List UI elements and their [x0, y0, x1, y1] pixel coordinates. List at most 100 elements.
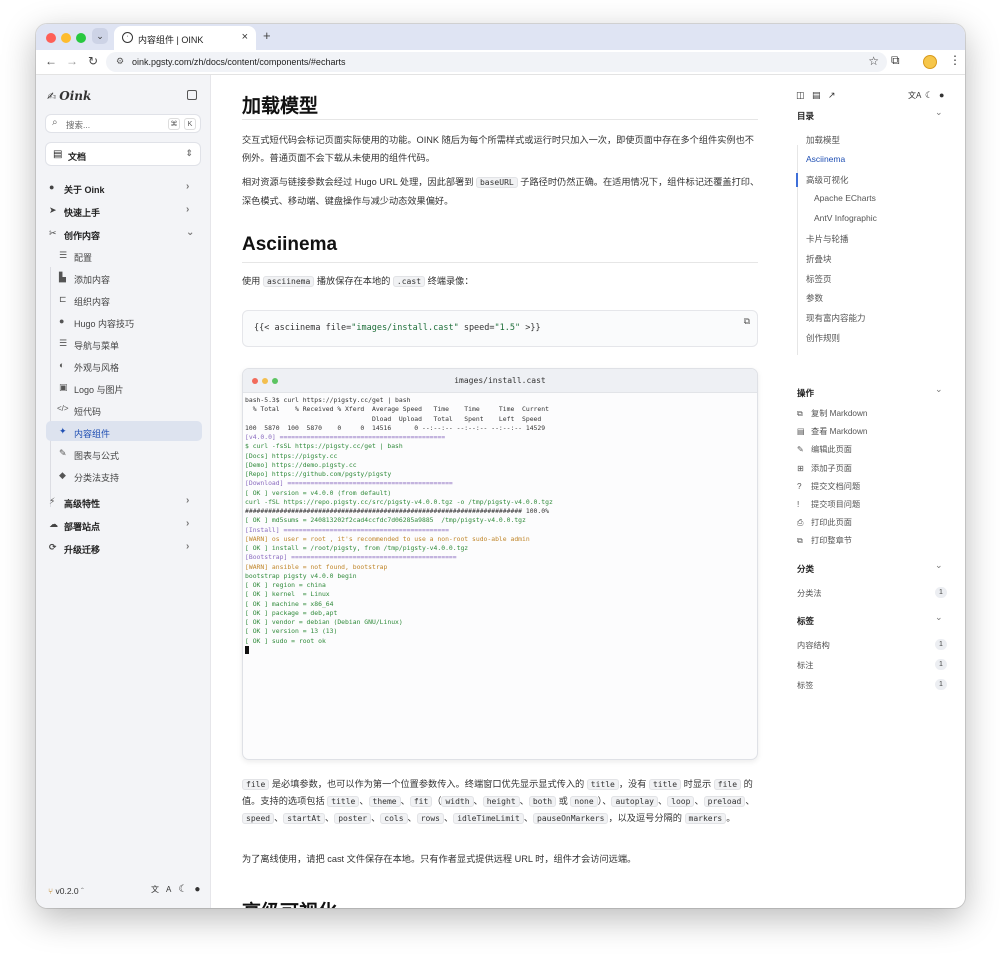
translate-icon[interactable]: 文A: [151, 885, 178, 894]
toc-item[interactable]: 卡片与轮播: [806, 233, 849, 245]
moon-icon[interactable]: ☾: [178, 884, 194, 895]
zoom-window-button[interactable]: [76, 33, 86, 43]
chevron-down-icon[interactable]: ⌄: [935, 612, 943, 623]
toc-item[interactable]: 高级可视化: [806, 174, 849, 186]
asciinema-player[interactable]: images/install.cast bash-5.3$ curl https…: [242, 368, 758, 760]
active-tab[interactable]: · 内容组件 | OINK ×: [114, 26, 256, 50]
inline-code-file: file: [242, 779, 270, 790]
chevron-down-icon[interactable]: ⌄: [935, 384, 943, 395]
sidebar-item-quickstart[interactable]: ➤ 快速上手 ›: [36, 200, 211, 220]
translate-icon[interactable]: 文A: [908, 90, 921, 101]
sidebar-item-upgrade[interactable]: ⟳ 升级迁移 ›: [36, 537, 211, 557]
action-item[interactable]: ⎙ 打印此页面: [797, 516, 852, 528]
terminal-line: [ OK ] install = /root/pigsty, from /tmp…: [245, 544, 469, 552]
sidebar-subitem-shortcodes[interactable]: </> 短代码: [46, 399, 202, 419]
tag-link[interactable]: 标签: [797, 679, 813, 691]
tag-link[interactable]: 内容结构: [797, 639, 830, 651]
site-info-icon[interactable]: ⚙: [116, 56, 124, 67]
site-logo[interactable]: ✍ Oink: [47, 89, 91, 103]
version-label: v0.2.0: [55, 886, 79, 896]
sidebar-subitem-logo-images[interactable]: ▣ Logo 与图片: [46, 377, 202, 397]
sidebar-toggle-icon[interactable]: [187, 90, 197, 100]
toc-item[interactable]: 参数: [806, 292, 823, 304]
action-item[interactable]: ⧉ 打印整章节: [797, 534, 852, 546]
inline-code-file: file: [713, 779, 742, 790]
sidebar-item-about[interactable]: ● 关于 Oink ›: [36, 177, 211, 197]
address-bar[interactable]: ⚙ oink.pgsty.com/zh/docs/content/compone…: [106, 52, 887, 72]
bookmark-star-icon[interactable]: ☆: [868, 54, 879, 68]
inline-code-option: fit: [409, 796, 433, 807]
toc-item[interactable]: 加载模型: [806, 134, 840, 146]
toc-item[interactable]: 现有富内容能力: [806, 312, 866, 324]
code-string: "images/install.cast": [351, 323, 459, 333]
toc-heading: 目录: [797, 111, 815, 121]
menu-icon: ☰: [59, 338, 68, 348]
copy-code-icon[interactable]: ⧉: [744, 317, 750, 327]
sidebar-subitem-config[interactable]: ☰ 配置: [46, 245, 202, 265]
sidebar-subitem-components[interactable]: ✦ 内容组件: [46, 421, 202, 441]
chevron-down-icon[interactable]: ⌄: [935, 560, 943, 571]
code-block-asciinema[interactable]: {{< asciinema file="images/install.cast"…: [242, 310, 758, 347]
sidebar-subitem-appearance[interactable]: ◐ 外观与风格: [46, 355, 202, 375]
paragraph-asciinema-usage: 使用 asciinema 播放保存在本地的 .cast 终端录像：: [242, 272, 762, 291]
sidebar-subitem-nav-menu[interactable]: ☰ 导航与菜单: [46, 333, 202, 353]
close-tab-icon[interactable]: ×: [242, 31, 248, 43]
action-icon: !: [797, 500, 800, 509]
action-item[interactable]: ? 提交文档问题: [797, 480, 860, 492]
sidebar-item-advanced[interactable]: ⚡ 高级特性 ›: [36, 491, 211, 511]
kbd-k: K: [184, 118, 196, 130]
back-button[interactable]: ←: [45, 54, 57, 68]
toc-item[interactable]: 标签页: [806, 273, 832, 285]
chevron-down-icon[interactable]: ⌄: [935, 107, 943, 118]
sidebar-subitem-taxonomy[interactable]: ◆ 分类法支持: [46, 465, 202, 485]
terminal-line: Dload Upload Total Spent Left Speed: [245, 414, 542, 423]
sidebar-subitem-add-content[interactable]: ▙ 添加内容: [46, 267, 202, 287]
chevron-right-icon: ›: [186, 181, 190, 192]
toc-item[interactable]: AntV Infographic: [814, 213, 877, 223]
sidebar-subitem-charts-math[interactable]: ✎ 图表与公式: [46, 443, 202, 463]
toc-item[interactable]: Apache ECharts: [814, 193, 876, 203]
paragraph-offline: 为了离线使用，请把 cast 文件保存在本地。只有作者显式提供远程 URL 时，…: [242, 854, 637, 864]
inline-code-option: poster: [334, 813, 372, 824]
sidebar-item-label: 关于 Oink: [64, 185, 105, 195]
sidebar-item-deploy[interactable]: ☁ 部署站点 ›: [36, 514, 211, 534]
tab-search-button[interactable]: ⌄: [92, 28, 108, 44]
count-badge: 1: [935, 587, 947, 598]
taxonomy-link[interactable]: 分类法: [797, 587, 822, 599]
github-icon[interactable]: ●: [194, 884, 207, 895]
terminal-line: [Repo] https://github.com/pgsty/pigsty: [245, 470, 392, 478]
version-switcher[interactable]: ⑂ v0.2.0 ˆ: [48, 886, 84, 896]
doc-section-select[interactable]: ▤ 文档 ⇕: [45, 142, 201, 166]
close-window-button[interactable]: [46, 33, 56, 43]
toc-item[interactable]: 折叠块: [806, 253, 832, 265]
toc-item[interactable]: Asciinema: [806, 154, 845, 164]
toc-item[interactable]: 创作规则: [806, 332, 840, 344]
github-icon[interactable]: ●: [939, 90, 944, 100]
share-icon[interactable]: ↗: [828, 90, 836, 101]
oink-favicon-icon: ·: [122, 32, 133, 43]
new-tab-button[interactable]: +: [263, 28, 271, 43]
action-item[interactable]: ⊞ 添加子页面: [797, 462, 852, 474]
terminal-line: % Total % Received % Xferd Average Speed…: [245, 405, 549, 414]
action-icon: ⊞: [797, 463, 804, 473]
moon-icon[interactable]: ☾: [925, 90, 933, 101]
more-menu-icon[interactable]: ⋮: [949, 53, 961, 67]
sidebar-subitem-organize[interactable]: ⊏ 组织内容: [46, 289, 202, 309]
inline-code-option: theme: [368, 796, 401, 807]
action-item[interactable]: ! 提交项目问题: [797, 498, 860, 510]
reload-button[interactable]: ↻: [88, 54, 98, 68]
search-input[interactable]: ⌕ 搜索... ⌘ K: [45, 114, 201, 133]
layout-icon[interactable]: ◫: [796, 90, 805, 101]
forward-button[interactable]: →: [66, 54, 78, 68]
action-item[interactable]: ✎ 编辑此页面: [797, 443, 852, 455]
action-item[interactable]: ▤ 查看 Markdown: [797, 425, 867, 437]
tag-link[interactable]: 标注: [797, 659, 813, 671]
extensions-icon[interactable]: ⧉: [891, 53, 900, 68]
sidebar-subitem-hugo-tips[interactable]: ● Hugo 内容技巧: [46, 311, 202, 331]
sidebar-item-content[interactable]: ✂ 创作内容 ⌄: [36, 223, 211, 243]
minimize-window-button[interactable]: [61, 33, 71, 43]
profile-avatar[interactable]: [923, 55, 937, 69]
action-item[interactable]: ⧉ 复制 Markdown: [797, 407, 867, 419]
book-icon[interactable]: ▤: [812, 90, 821, 101]
subitem-label: 图表与公式: [74, 451, 120, 461]
